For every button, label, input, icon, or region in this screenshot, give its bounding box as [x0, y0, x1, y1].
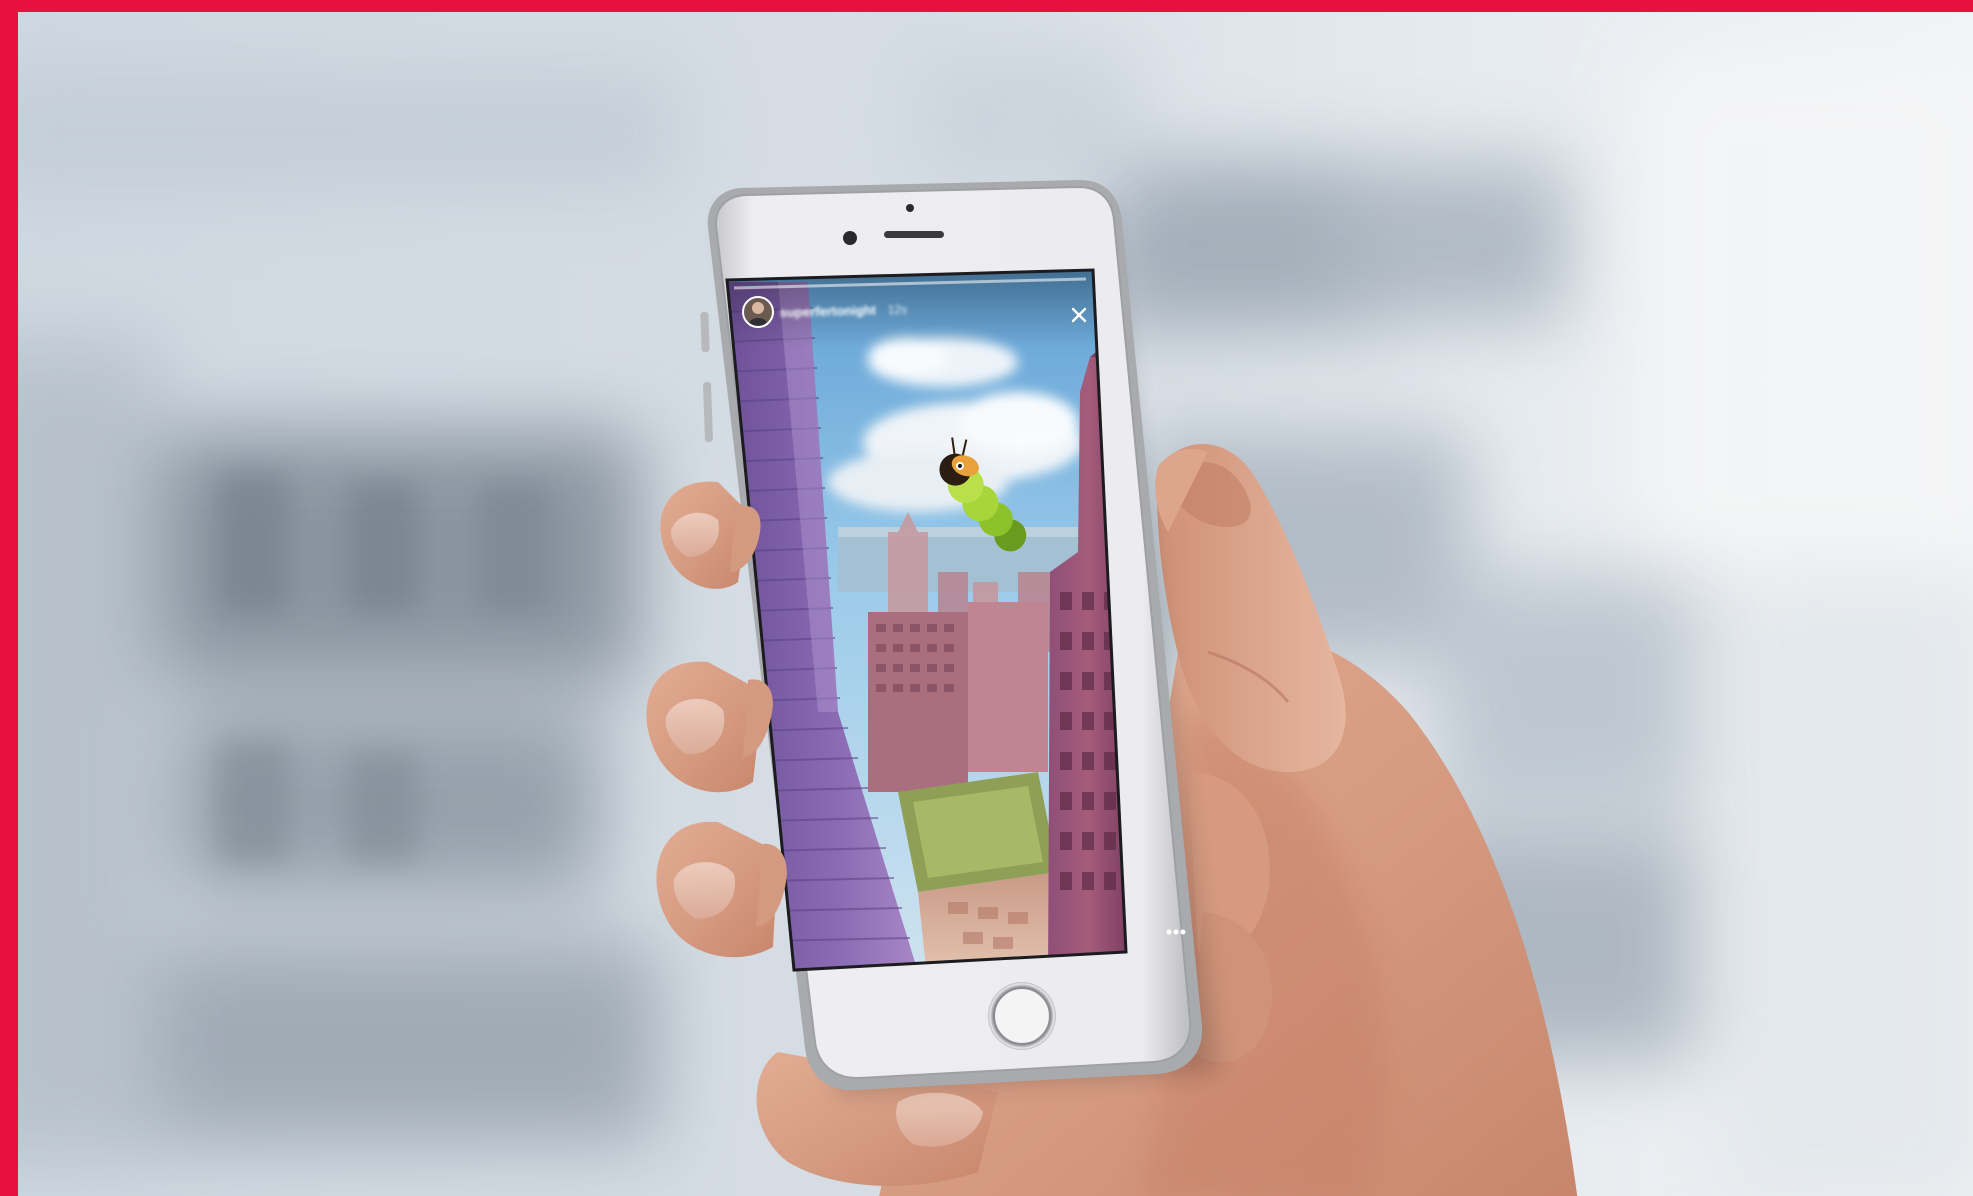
photo-scene: superfertonight 12s: [18, 12, 1973, 1196]
story-time: 12s: [888, 302, 908, 317]
photo-frame: superfertonight 12s: [0, 0, 1973, 1196]
accent-border-top: [0, 0, 1973, 12]
more-options-icon[interactable]: [1166, 929, 1186, 935]
proximity-sensor: [906, 204, 914, 212]
home-button[interactable]: [988, 982, 1056, 1050]
story-username[interactable]: superfertonight: [780, 302, 877, 320]
earpiece: [884, 231, 944, 238]
accent-border-left: [0, 0, 18, 1196]
front-camera: [843, 231, 857, 245]
